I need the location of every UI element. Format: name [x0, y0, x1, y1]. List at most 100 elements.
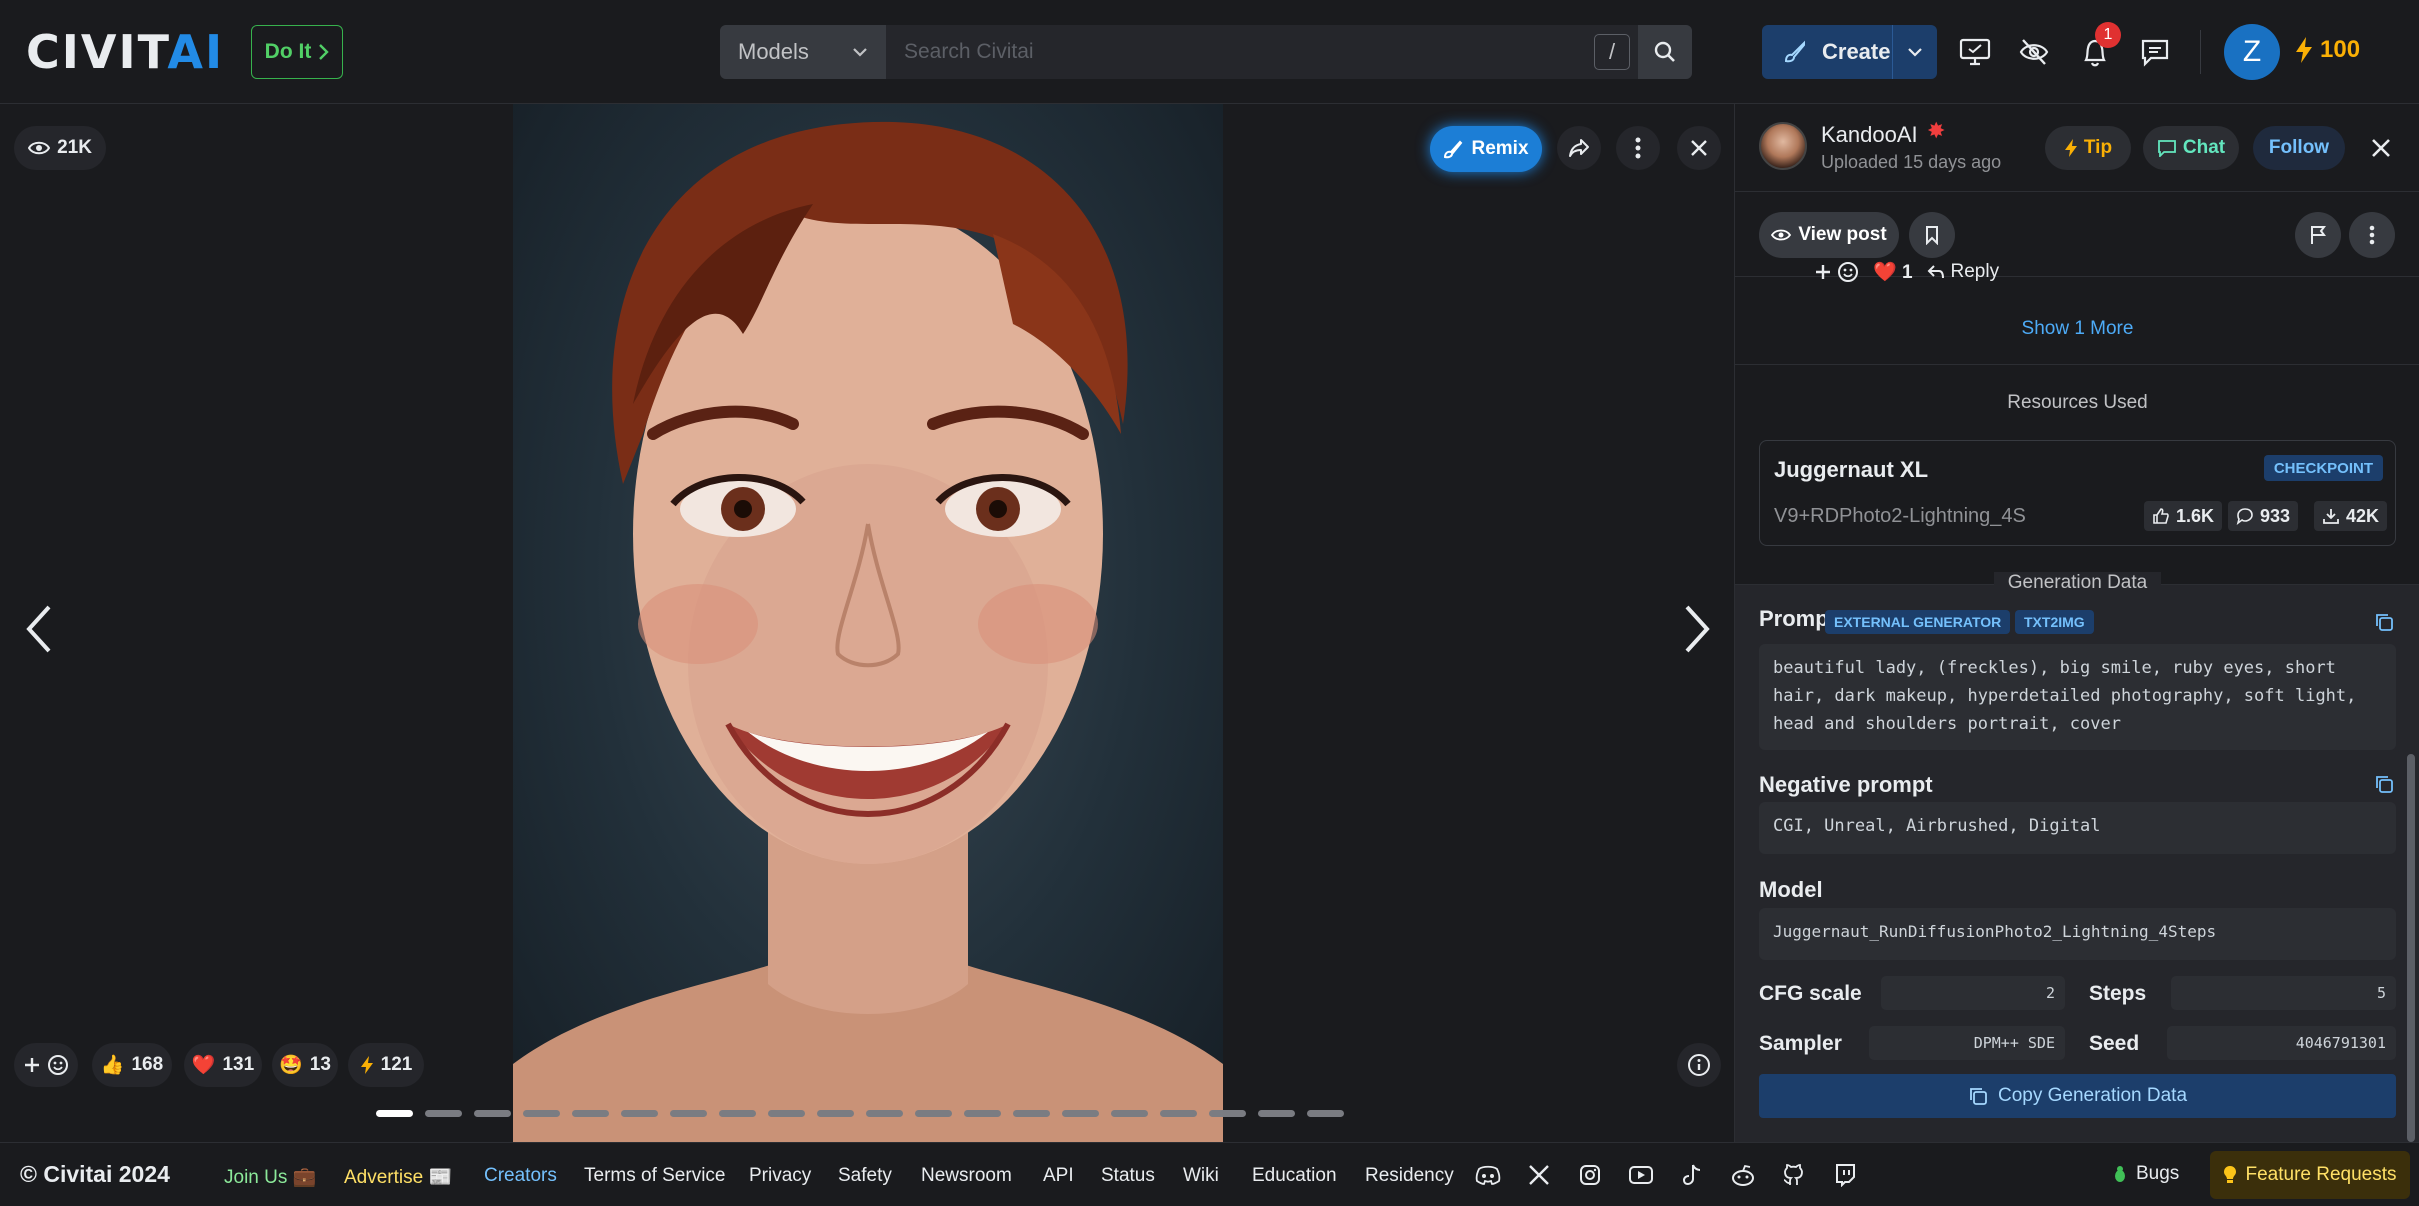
pagination-dot[interactable] [1013, 1110, 1050, 1117]
reply-button[interactable]: Reply [1927, 261, 1999, 283]
report-button[interactable] [2295, 212, 2341, 258]
footer-link-residency[interactable]: Residency [1365, 1165, 1454, 1187]
view-post-button[interactable]: View post [1759, 212, 1899, 258]
copy-prompt-button[interactable] [2372, 610, 2396, 634]
footer-link-status[interactable]: Status [1101, 1165, 1155, 1187]
sidebar-scrollbar[interactable] [2407, 754, 2415, 1142]
footer-link-education[interactable]: Education [1252, 1165, 1337, 1187]
reaction-laugh[interactable]: 🤩 13 [272, 1043, 338, 1087]
hidden-content-toggle[interactable] [2014, 32, 2054, 72]
buzz-balance[interactable]: 100 [2294, 36, 2360, 64]
reaction-like[interactable]: 👍 168 [92, 1043, 172, 1087]
bugs-label: Bugs [2136, 1163, 2180, 1184]
feature-requests-button[interactable]: Feature Requests [2210, 1151, 2410, 1199]
add-reaction-button[interactable] [14, 1043, 78, 1087]
bookmark-button[interactable] [1909, 212, 1955, 258]
reaction-heart[interactable]: ❤️ 131 [184, 1043, 262, 1087]
plus-icon[interactable] [1815, 264, 1831, 280]
user-avatar[interactable]: Z [2224, 24, 2280, 80]
reddit-icon[interactable] [1729, 1161, 1757, 1189]
view-count-badge: 21K [14, 126, 106, 170]
pagination-dot[interactable] [719, 1110, 756, 1117]
tip-button[interactable]: Tip [2045, 126, 2131, 170]
pagination-dot[interactable] [1209, 1110, 1246, 1117]
comment-heart-reaction[interactable]: ❤️ 1 [1873, 260, 1913, 284]
resource-card[interactable]: Juggernaut XL CHECKPOINT V9+RDPhoto2-Lig… [1759, 440, 2396, 546]
remix-label: Remix [1471, 138, 1529, 159]
chat-button[interactable]: Chat [2143, 126, 2239, 170]
pagination-dot[interactable] [866, 1110, 903, 1117]
follow-button[interactable]: Follow [2253, 126, 2345, 170]
feature-requests-label: Feature Requests [2245, 1164, 2397, 1185]
eye-off-icon [2018, 37, 2050, 67]
create-dropdown-toggle[interactable] [1892, 25, 1937, 79]
search-input[interactable]: Search Civitai [886, 25, 1692, 79]
pagination-dot[interactable] [817, 1110, 854, 1117]
pagination-dot[interactable] [670, 1110, 707, 1117]
pagination-dot[interactable] [1258, 1110, 1295, 1117]
prompt-text: beautiful lady, (freckles), big smile, r… [1759, 644, 2396, 750]
share-button[interactable] [1557, 126, 1601, 170]
previous-image-button[interactable] [14, 594, 64, 664]
bugs-link[interactable]: Bugs [2112, 1163, 2179, 1185]
pagination-dot[interactable] [425, 1110, 462, 1117]
advertise-link[interactable]: Advertise 📰 [344, 1165, 452, 1189]
discord-icon[interactable] [1474, 1161, 1502, 1189]
more-options-button[interactable] [1616, 126, 1660, 170]
close-viewer-button[interactable] [1677, 126, 1721, 170]
smiley-icon[interactable] [1837, 261, 1859, 283]
do-it-button[interactable]: Do It [251, 25, 343, 79]
pagination-dot[interactable] [1160, 1110, 1197, 1117]
join-us-link[interactable]: Join Us 💼 [224, 1165, 316, 1189]
instagram-icon[interactable] [1576, 1161, 1604, 1189]
footer-link-wiki[interactable]: Wiki [1183, 1165, 1219, 1187]
tiktok-icon[interactable] [1678, 1161, 1706, 1189]
image-info-button[interactable] [1677, 1043, 1721, 1087]
create-button[interactable]: Create [1762, 25, 1937, 79]
footer-link-privacy[interactable]: Privacy [749, 1165, 811, 1187]
x-twitter-icon[interactable] [1525, 1161, 1553, 1189]
pagination-dot[interactable] [572, 1110, 609, 1117]
messages-button[interactable] [2135, 32, 2175, 72]
search-button[interactable] [1638, 25, 1692, 79]
pagination-dot[interactable] [964, 1110, 1001, 1117]
header-divider [2200, 30, 2201, 74]
footer-link-api[interactable]: API [1043, 1165, 1074, 1187]
notifications-button[interactable]: 1 [2075, 22, 2121, 72]
twitch-icon[interactable] [1831, 1161, 1859, 1189]
author-username[interactable]: KandooAI [1821, 122, 1918, 148]
copy-negative-prompt-button[interactable] [2372, 772, 2396, 796]
github-icon[interactable] [1780, 1161, 1808, 1189]
copy-generation-data-button[interactable]: Copy Generation Data [1759, 1074, 2396, 1118]
pagination-dot[interactable] [474, 1110, 511, 1117]
footer-link-newsroom[interactable]: Newsroom [921, 1165, 1012, 1187]
pagination-dot[interactable] [1111, 1110, 1148, 1117]
info-icon [1687, 1053, 1711, 1077]
next-image-button[interactable] [1672, 594, 1722, 664]
remix-button[interactable]: Remix [1430, 126, 1542, 172]
search-category-select[interactable]: Models [720, 25, 886, 79]
thumbs-up-icon [2152, 507, 2170, 525]
pagination-dot[interactable] [768, 1110, 805, 1117]
pagination-dot[interactable] [1062, 1110, 1099, 1117]
resources-used-heading: Resources Used [1735, 392, 2419, 414]
reaction-buzz[interactable]: 121 [348, 1043, 424, 1087]
author-avatar[interactable] [1759, 122, 1807, 170]
footer-link-creators[interactable]: Creators [484, 1165, 557, 1187]
lightning-icon [2294, 36, 2314, 64]
post-more-options-button[interactable] [2349, 212, 2395, 258]
copy-icon [2374, 774, 2394, 794]
pagination-dot[interactable] [1307, 1110, 1344, 1117]
close-sidebar-button[interactable] [2361, 126, 2401, 170]
pagination-dot[interactable] [523, 1110, 560, 1117]
follow-label: Follow [2268, 137, 2330, 158]
civitai-logo[interactable]: CIVITAI [26, 29, 224, 75]
youtube-icon[interactable] [1627, 1161, 1655, 1189]
show-more-comments-link[interactable]: Show 1 More [1735, 318, 2419, 340]
pagination-dot[interactable] [376, 1110, 413, 1117]
pagination-dot[interactable] [621, 1110, 658, 1117]
pagination-dot[interactable] [915, 1110, 952, 1117]
display-settings-button[interactable] [1955, 32, 1995, 72]
footer-link-safety[interactable]: Safety [838, 1165, 892, 1187]
footer-link-terms[interactable]: Terms of Service [584, 1165, 725, 1187]
